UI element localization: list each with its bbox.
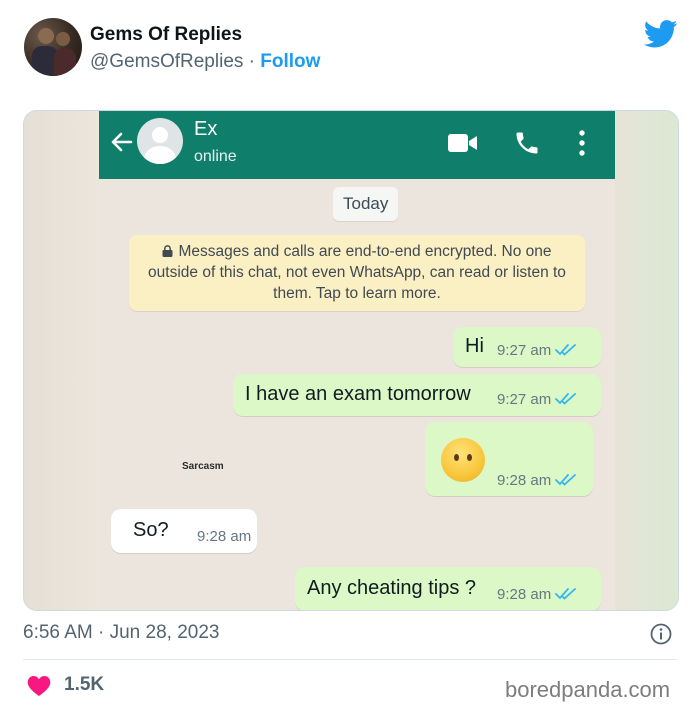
message-text: I have an exam tomorrow bbox=[245, 383, 471, 405]
encryption-notice-text: Messages and calls are end-to-end encryp… bbox=[148, 243, 566, 302]
date-chip: Today bbox=[333, 187, 399, 221]
video-call-icon[interactable] bbox=[447, 131, 479, 155]
heart-icon[interactable] bbox=[27, 675, 51, 697]
neutral-face-emoji bbox=[441, 438, 485, 482]
message-bubble-incoming[interactable]: So? 9:28 am bbox=[111, 509, 257, 553]
phone-icon[interactable] bbox=[513, 129, 541, 157]
message-text: Hi bbox=[465, 335, 484, 357]
divider bbox=[23, 659, 677, 660]
author-avatar[interactable] bbox=[24, 18, 82, 76]
message-time: 9:28 am bbox=[497, 472, 577, 489]
author-name[interactable]: Gems Of Replies bbox=[90, 24, 242, 46]
double-tick-icon bbox=[555, 344, 577, 356]
like-count[interactable]: 1.5K bbox=[64, 674, 104, 696]
double-tick-icon bbox=[555, 588, 577, 600]
message-bubble-outgoing[interactable]: 9:28 am bbox=[425, 422, 593, 496]
lock-icon bbox=[162, 245, 173, 257]
watermark: boredpanda.com bbox=[505, 677, 671, 702]
info-icon[interactable] bbox=[650, 623, 672, 645]
back-arrow-icon[interactable] bbox=[107, 127, 137, 157]
tweet-media-screenshot[interactable]: Ex online Today Messages and calls are e… bbox=[23, 110, 679, 611]
message-text: Any cheating tips ? bbox=[307, 577, 476, 599]
author-handle-row: @GemsOfReplies · Follow bbox=[90, 51, 320, 73]
message-text: So? bbox=[133, 519, 169, 541]
contact-name[interactable]: Ex bbox=[194, 118, 217, 141]
tweet-timestamp[interactable]: 6:56 AM · Jun 28, 2023 bbox=[23, 622, 219, 644]
twitter-bird-icon[interactable] bbox=[644, 20, 678, 48]
encryption-notice[interactable]: Messages and calls are end-to-end encryp… bbox=[129, 235, 585, 311]
contact-status: online bbox=[194, 148, 237, 165]
follow-button[interactable]: Follow bbox=[260, 51, 320, 72]
contact-avatar[interactable] bbox=[137, 118, 183, 164]
handle-separator: · bbox=[243, 51, 261, 72]
message-time: 9:27 am bbox=[497, 342, 577, 359]
more-vertical-icon[interactable] bbox=[577, 129, 587, 157]
whatsapp-screen: Ex online Today Messages and calls are e… bbox=[99, 111, 615, 610]
message-bubble-outgoing[interactable]: Hi 9:27 am bbox=[453, 327, 601, 367]
sarcasm-caption: Sarcasm bbox=[182, 461, 224, 472]
message-bubble-outgoing[interactable]: Any cheating tips ? 9:28 am bbox=[295, 567, 601, 610]
chat-header: Ex online bbox=[99, 111, 615, 179]
message-time: 9:28 am bbox=[197, 528, 252, 545]
message-bubble-outgoing[interactable]: I have an exam tomorrow 9:27 am bbox=[233, 374, 601, 416]
message-time: 9:28 am bbox=[497, 586, 577, 603]
tweet-card: Gems Of Replies @GemsOfReplies · Follow … bbox=[0, 0, 700, 712]
double-tick-icon bbox=[555, 393, 577, 405]
author-handle[interactable]: @GemsOfReplies bbox=[90, 51, 243, 72]
message-time: 9:27 am bbox=[497, 391, 577, 408]
double-tick-icon bbox=[555, 474, 577, 486]
